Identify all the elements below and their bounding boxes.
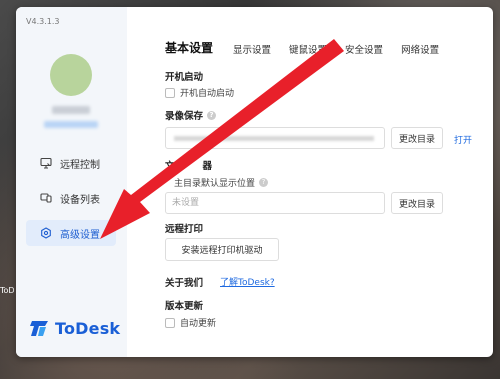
settings-main: 基本设置 显示设置 键鼠设置 安全设置 网络设置 开机启动 开机自动启动 录像保… xyxy=(127,7,493,357)
todesk-logo: ToDesk xyxy=(30,318,120,338)
recording-heading: 录像保存 xyxy=(165,111,204,122)
file-transfer-sub-label: 主目录默认显示位置 xyxy=(174,179,256,189)
sidebar-item-label: 设备列表 xyxy=(60,194,100,206)
file-transfer-sub-row: 主目录默认显示位置 ? xyxy=(174,176,269,189)
tab-keyboard-mouse-settings[interactable]: 键鼠设置 xyxy=(289,42,327,56)
auto-update-label: 自动更新 xyxy=(180,319,217,329)
auto-start-label: 开机自动启动 xyxy=(180,89,235,99)
tab-network-settings[interactable]: 网络设置 xyxy=(401,42,439,56)
file-transfer-path-input[interactable]: 未设置 xyxy=(165,192,385,214)
help-icon[interactable]: ? xyxy=(259,178,269,187)
sidebar-item-label: 高级设置 xyxy=(60,229,100,241)
file-transfer-change-dir-button[interactable]: 更改目录 xyxy=(391,192,443,214)
file-transfer-heading-end: 器 xyxy=(202,161,213,172)
tab-basic-settings[interactable]: 基本设置 xyxy=(165,39,213,56)
tab-display-settings[interactable]: 显示设置 xyxy=(233,42,271,56)
desktop-icon-label[interactable]: ToD xyxy=(0,286,15,295)
file-transfer-heading-start: 文 xyxy=(165,161,175,172)
about-heading: 关于我们 xyxy=(165,278,204,289)
devices-icon xyxy=(40,192,52,204)
sidebar-item-remote-control[interactable]: 远程控制 xyxy=(26,150,116,176)
file-transfer-heading: 文器 xyxy=(165,158,212,172)
settings-gear-icon xyxy=(40,227,52,239)
sidebar-item-advanced-settings[interactable]: 高级设置 xyxy=(26,220,116,246)
update-heading: 版本更新 xyxy=(165,301,204,312)
about-todesk-link[interactable]: 了解ToDesk? xyxy=(220,275,275,288)
settings-tabs: 基本设置 显示设置 键鼠设置 安全设置 网络设置 xyxy=(165,39,457,56)
startup-heading: 开机启动 xyxy=(165,72,204,83)
auto-update-option[interactable]: 自动更新 xyxy=(165,316,216,329)
recording-heading-row: 录像保存 ? xyxy=(165,108,217,122)
auto-update-checkbox[interactable] xyxy=(165,317,175,328)
monitor-icon xyxy=(40,157,52,169)
recording-change-dir-button[interactable]: 更改目录 xyxy=(391,127,443,149)
auto-start-option[interactable]: 开机自动启动 xyxy=(165,86,234,99)
sidebar: V4.3.1.3 远程控制 设备列表 高级设置 ToDesk xyxy=(16,7,127,357)
recording-path-blurred xyxy=(174,136,374,141)
user-name-blurred xyxy=(52,106,90,114)
remote-print-heading: 远程打印 xyxy=(165,224,204,235)
recording-path-input[interactable] xyxy=(165,127,385,149)
recording-open-link[interactable]: 打开 xyxy=(454,133,472,146)
user-id-blurred xyxy=(44,121,98,128)
install-printer-driver-button[interactable]: 安装远程打印机驱动 xyxy=(165,238,279,261)
help-icon[interactable]: ? xyxy=(207,110,217,120)
tab-security-settings[interactable]: 安全设置 xyxy=(345,42,383,56)
sidebar-item-device-list[interactable]: 设备列表 xyxy=(26,185,116,211)
auto-start-checkbox[interactable] xyxy=(165,87,175,98)
brand-name: ToDesk xyxy=(55,318,121,338)
settings-window: V4.3.1.3 远程控制 设备列表 高级设置 ToDesk 基本设置 显示设置… xyxy=(16,7,493,357)
todesk-logo-icon xyxy=(30,321,48,336)
version-label: V4.3.1.3 xyxy=(26,17,60,26)
avatar[interactable] xyxy=(50,54,92,96)
sidebar-item-label: 远程控制 xyxy=(60,159,100,171)
